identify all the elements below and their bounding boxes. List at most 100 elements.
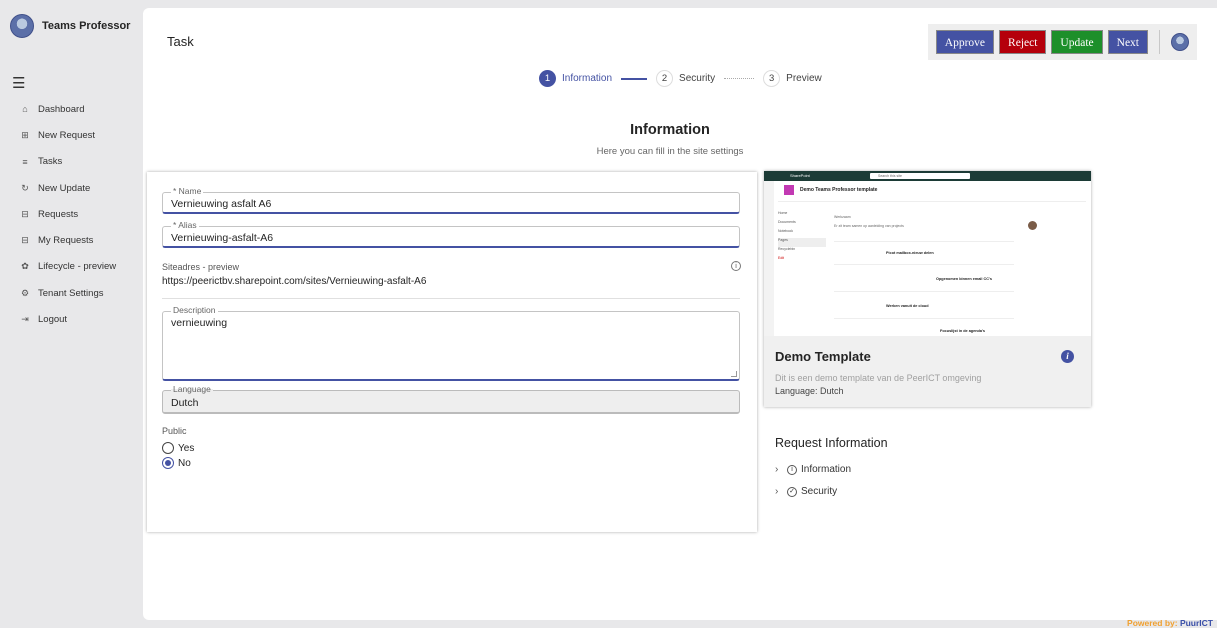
preview-heading: Werkzaam [834,215,851,219]
sidebar-item-label: New Update [38,182,91,194]
divider [162,298,740,299]
preview-avatar [1028,221,1037,230]
sidebar-item-label: Tenant Settings [38,287,104,299]
site-address-label: Siteadres - preview [162,262,240,272]
public-label: Public [162,426,187,436]
template-card[interactable]: SharePoint Search this site Demo Teams P… [764,171,1091,407]
settings-icon: ⚙ [20,287,30,298]
preview-divider [834,264,1014,265]
info-icon[interactable]: i [731,261,741,271]
sidebar-item-label: New Request [38,129,96,141]
name-field-label: * Name [171,186,204,196]
sidebar-nav: ⌂ Dashboard ⊞ New Request ≡ Tasks ↻ New … [0,96,140,333]
approve-button[interactable]: Approve [935,30,995,54]
sidebar-item-logout[interactable]: ⇥ Logout [0,306,140,332]
sidebar-item-requests[interactable]: ⊟ Requests [0,201,140,227]
template-name: Demo Template [775,349,871,364]
step-3-number[interactable]: 3 [763,70,781,87]
sidebar-item-tasks[interactable]: ≡ Tasks [0,149,140,175]
description-field-label: Description [171,305,218,315]
preview-item: Picot mailbox-nieuw delen [886,251,934,255]
public-no-radio[interactable] [162,457,174,469]
sidebar-item-tenant-settings[interactable]: ⚙ Tenant Settings [0,280,140,306]
sidebar-item-new-update[interactable]: ↻ New Update [0,175,140,201]
step-2-number[interactable]: 2 [656,70,674,87]
template-preview-image: SharePoint Search this site Demo Teams P… [764,171,1091,336]
resize-handle[interactable] [731,371,737,377]
public-yes-option[interactable]: Yes [162,442,194,454]
sidebar-item-label: Tasks [38,156,63,168]
description-field[interactable]: Description vernieuwing [162,305,740,381]
update-button[interactable]: Update [1051,30,1103,54]
preview-nav-item: Documents [778,220,796,224]
preview-nav-item: Edit [778,256,785,260]
sidebar-item-label: Requests [38,208,79,220]
preview-nav: Home Documents Notebook Pages Recyclebin… [778,211,826,265]
language-field: Language Dutch [162,384,740,414]
request-info-item-information[interactable]: › i Information [775,464,851,475]
powered-by-brand: PuurICT [1179,618,1213,628]
requests-icon: ⊟ [21,208,29,219]
step-2-label[interactable]: Security [679,73,715,84]
alias-field[interactable]: * Alias Vernieuwing-asfalt-A6 [162,220,740,248]
hamburger-menu-icon[interactable]: ☰ [12,74,25,92]
new-request-icon: ⊞ [21,129,29,140]
sidebar-item-my-requests[interactable]: ⊟ My Requests [0,227,140,253]
preview-nav-item: Recyclebin [778,247,796,251]
template-info-icon[interactable]: i [1061,350,1074,363]
powered-by-footer[interactable]: Powered by: PuurICT [1127,618,1213,628]
preview-divider [834,291,1014,292]
description-field-value: vernieuwing [171,317,228,329]
my-requests-icon: ⊟ [21,235,29,246]
logout-icon: ⇥ [21,314,29,325]
section-title: Information [630,122,710,138]
app-name: Teams Professor [42,20,131,32]
chevron-right-icon: › [775,486,779,497]
info-icon: i [787,464,797,475]
shield-icon: ✓ [787,486,797,497]
preview-item: Werken vanuit de cloud [886,304,929,308]
alias-field-label: * Alias [171,220,199,230]
public-yes-radio[interactable] [162,442,174,454]
step-1-number[interactable]: 1 [539,70,556,87]
tasks-icon: ≡ [22,156,28,167]
template-language: Language: Dutch [775,386,844,396]
request-info-item-security[interactable]: › ✓ Security [775,486,837,497]
preview-divider [778,201,1086,202]
request-information-title: Request Information [775,436,888,450]
chevron-right-icon: › [775,464,779,475]
site-address-value: https://peerictbv.sharepoint.com/sites/V… [162,276,427,287]
sidebar-item-label: Lifecycle - preview [38,261,117,273]
preview-nav-item: Notebook [778,229,793,233]
name-field-value: Vernieuwing asfalt A6 [171,198,272,210]
name-field[interactable]: * Name Vernieuwing asfalt A6 [162,186,740,214]
preview-search: Search this site [870,173,970,179]
user-avatar[interactable] [1171,33,1189,51]
public-no-option[interactable]: No [162,457,191,469]
next-button[interactable]: Next [1107,30,1148,54]
language-field-label: Language [171,384,213,394]
brand[interactable]: Teams Professor [10,14,130,38]
preview-nav-item: Pages [778,238,826,247]
preview-text: Er zit team samen op aanleiding van proj… [834,224,904,228]
sidebar-item-lifecycle[interactable]: ✿ Lifecycle - preview [0,254,140,280]
home-icon: ⌂ [22,104,28,115]
step-1-label[interactable]: Information [562,73,612,84]
sidebar-item-dashboard[interactable]: ⌂ Dashboard [0,96,140,122]
refresh-icon: ↻ [21,182,29,193]
reject-button[interactable]: Reject [999,30,1047,54]
site-settings-form: * Name Vernieuwing asfalt A6 * Alias Ver… [147,172,757,532]
sidebar-item-label: Logout [38,314,68,326]
teams-professor-logo-icon [10,14,34,38]
language-field-value: Dutch [171,397,199,409]
request-info-item-label: Security [801,486,838,497]
preview-site-logo [784,185,794,195]
step-3-label[interactable]: Preview [786,73,822,84]
preview-item: Opgenomen binnen email CC's [936,277,992,281]
section-subtitle: Here you can fill in the site settings [596,146,744,157]
sidebar: Teams Professor ☰ ⌂ Dashboard ⊞ New Requ… [0,0,140,628]
sidebar-item-new-request[interactable]: ⊞ New Request [0,122,140,148]
preview-nav-item: Home [778,211,788,215]
preview-divider [834,241,1014,242]
toolbar-divider [1159,30,1160,54]
